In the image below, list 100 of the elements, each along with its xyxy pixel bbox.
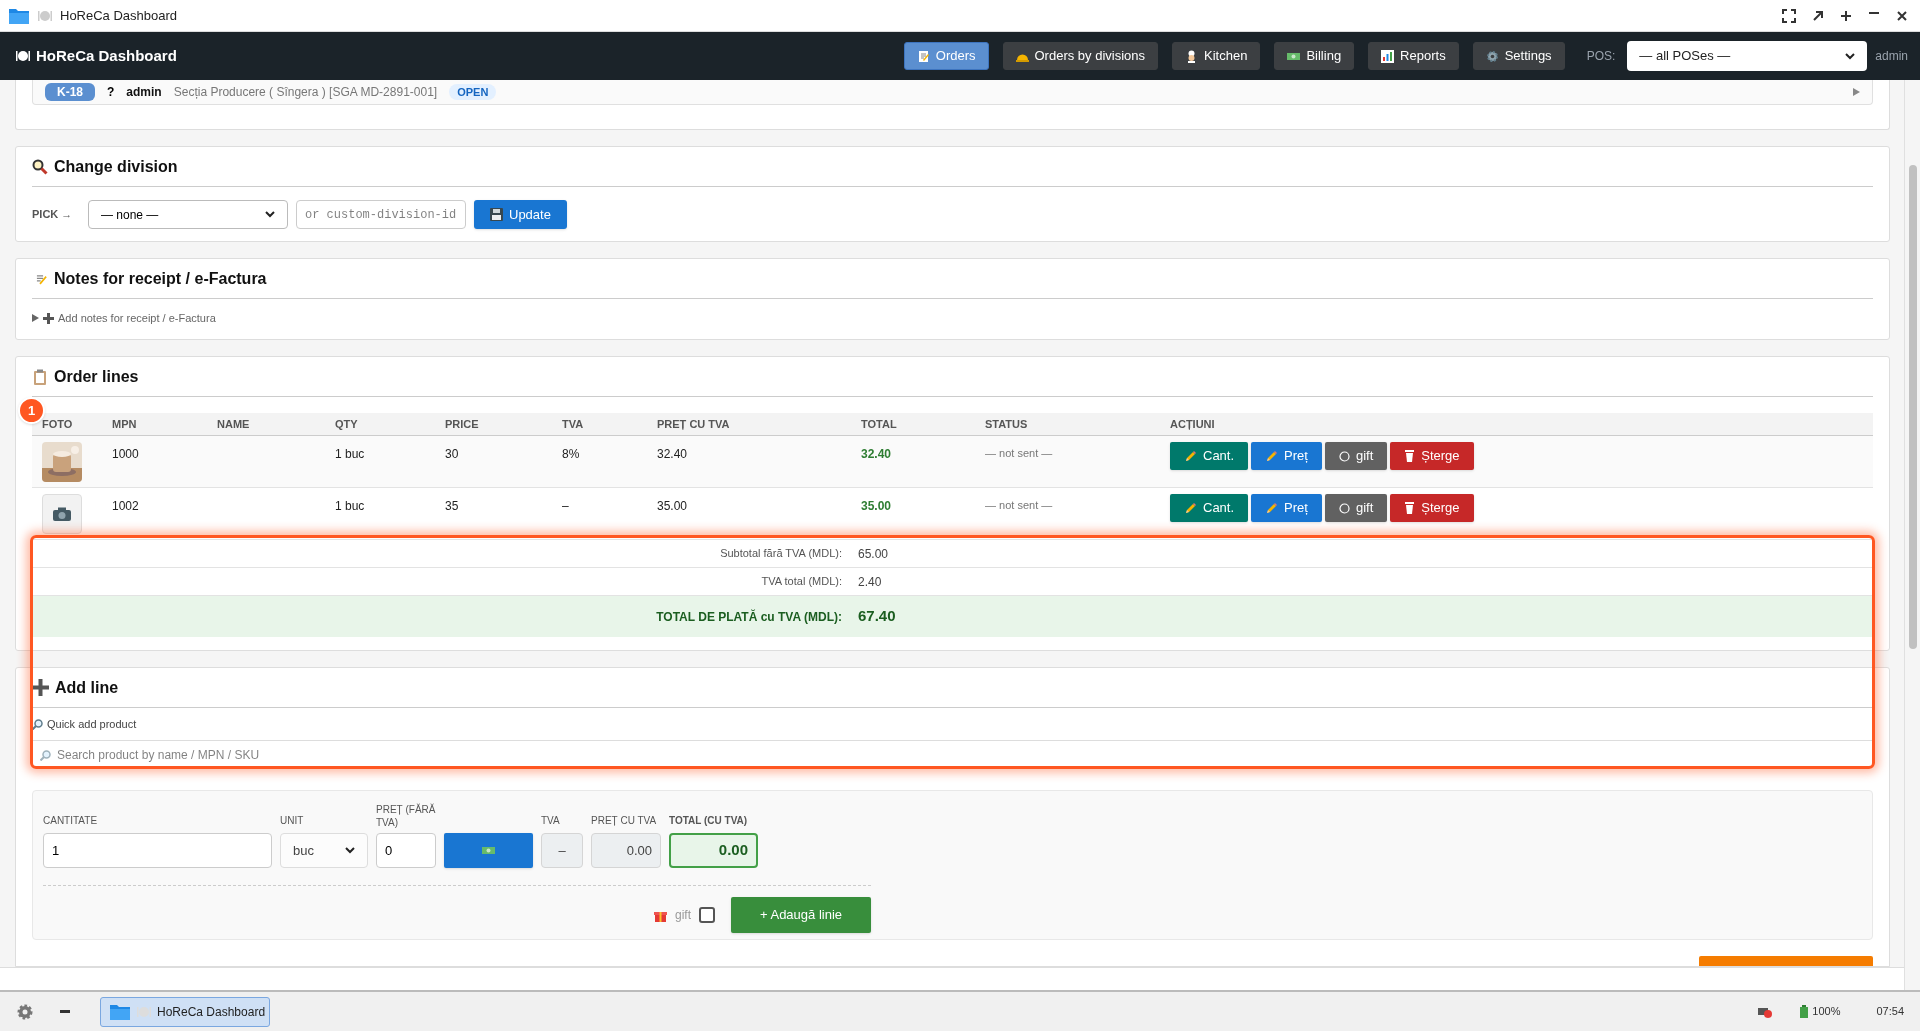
nav-tab[interactable]: Orders [903,42,989,70]
minimize-icon [1868,11,1880,14]
column-header: QTY [335,416,359,432]
total-label: TVA total (MDL): [760,574,842,590]
pencil-icon [1265,449,1279,463]
pencil-icon [1184,501,1197,515]
action-button[interactable]: Cant. [1170,494,1249,522]
column-header: STATUS [985,416,1029,432]
section-title: Change division [54,156,178,177]
triangle-icon [1853,88,1860,96]
total-label: TOTAL DE PLATĂ cu TVA (MDL): [655,608,842,626]
gift-checkbox[interactable] [699,907,715,923]
fullscreen-icon [1782,8,1796,23]
plus-icon [1840,9,1852,22]
field-label: PREȚ (FĂRĂ TVA) [376,803,436,829]
battery-icon [1800,1005,1809,1018]
tva-field: – [541,833,583,868]
total-label: Subtotal fără TVA (MDL): [719,546,842,562]
column-header: PRICE [445,416,480,432]
section-title: Add line [55,677,119,698]
window-title: HoReCa Dashboard [60,6,178,25]
price-field[interactable]: 0 [376,833,436,868]
quick-add-label: Quick add product [47,716,137,732]
action-button[interactable]: Preț [1251,494,1322,522]
column-header: TOTAL [861,416,898,432]
add-line-button[interactable]: + Adaugă linie [731,897,871,933]
status-cell-text: — not sent — [985,446,1054,461]
close-icon [1896,9,1908,22]
quantity-field[interactable]: 1 [43,833,272,868]
division-select[interactable]: — none — [88,200,288,229]
trash-icon [1404,502,1416,514]
plate-icon [38,8,52,23]
action-button[interactable]: gift [1324,494,1388,522]
table-cell-text: 35.00 [861,498,893,515]
section-title: Notes for receipt / e-Factura [54,268,267,289]
table-cell-text: 1 buc [335,498,366,515]
action-button[interactable]: Cant. [1170,442,1249,470]
unknown-mark: ? [107,84,115,101]
folder-icon [8,6,30,25]
trash-icon [1404,450,1416,462]
column-header: MPN [112,416,138,432]
app-title: HoReCa Dashboard [36,45,177,66]
column-header: FOTO [42,416,74,432]
price-with-tva-field: 0.00 [591,833,661,868]
gift-label: gift [675,907,691,924]
gear-icon [1485,49,1499,63]
nav-tab[interactable]: Orders by divisions [1002,42,1159,70]
table-cell-text: 1002 [112,498,140,515]
price-mode-button[interactable] [444,833,533,868]
clipboard-icon [32,368,48,385]
pos-select[interactable]: — all POSes — [1627,41,1868,71]
nav-tab[interactable]: Kitchen [1172,42,1261,70]
network-icon [1758,1005,1773,1018]
chevron-icon [345,847,355,854]
status-badge: OPEN [449,83,497,101]
folder-icon [109,1002,131,1021]
clock: 07:54 [1876,1004,1904,1020]
floppy-icon [490,208,503,221]
nav-tab[interactable]: Billing [1274,42,1355,70]
magnifier-icon [40,749,51,761]
column-header: NAME [217,416,251,432]
action-button[interactable]: Preț [1251,442,1322,470]
nav-tab[interactable]: Settings [1472,42,1565,70]
action-button[interactable]: Șterge [1390,442,1474,470]
user-name: admin [1875,48,1908,65]
field-label: UNIT [280,814,305,827]
notes-toggle[interactable]: Add notes for receipt / e-Factura [58,310,216,327]
division-name: Secția Producere ( Sîngera ) [SGA MD-2891-001] [173,84,438,101]
field-label: PREȚ CU TVA [591,814,658,827]
order-badge: K-18 [45,83,95,101]
partial-button[interactable] [1699,956,1873,966]
arrow-icon [1812,9,1824,22]
taskbar-task[interactable]: HoReCa Dashboard [100,996,270,1027]
total-value: 2.40 [858,573,883,591]
pick-label: PICK → [32,207,74,223]
action-button[interactable]: Șterge [1390,494,1474,522]
chart-icon [1381,49,1395,63]
chevron-icon [1845,52,1856,60]
update-button[interactable]: Update [474,200,567,229]
search-field[interactable]: Search product by name / MPN / SKU [32,741,1873,769]
plate-icon [16,49,30,63]
custom-division-field[interactable]: or custom-division-id [296,200,466,229]
pos-label: POS: [1586,48,1616,65]
plus-icon [43,312,54,324]
field-label: CANTITATE [43,814,99,827]
magnifier-icon [32,718,43,730]
settings-icon [16,1002,34,1021]
table-cell-text: 1000 [112,446,140,463]
pencil-icon [1184,449,1197,463]
section-title: Order lines [54,366,139,387]
table-cell-text: 32.40 [657,446,689,463]
total-value: 67.40 [858,606,897,627]
battery-level: 100% [1812,1004,1841,1020]
camera-icon [53,507,71,521]
scrollbar[interactable] [1904,80,1920,990]
nav-tab[interactable]: Reports [1368,42,1459,70]
banknote-icon [482,844,495,857]
order-user: admin [126,84,162,101]
action-button[interactable]: gift [1324,442,1388,470]
unit-select[interactable]: buc [280,833,368,868]
